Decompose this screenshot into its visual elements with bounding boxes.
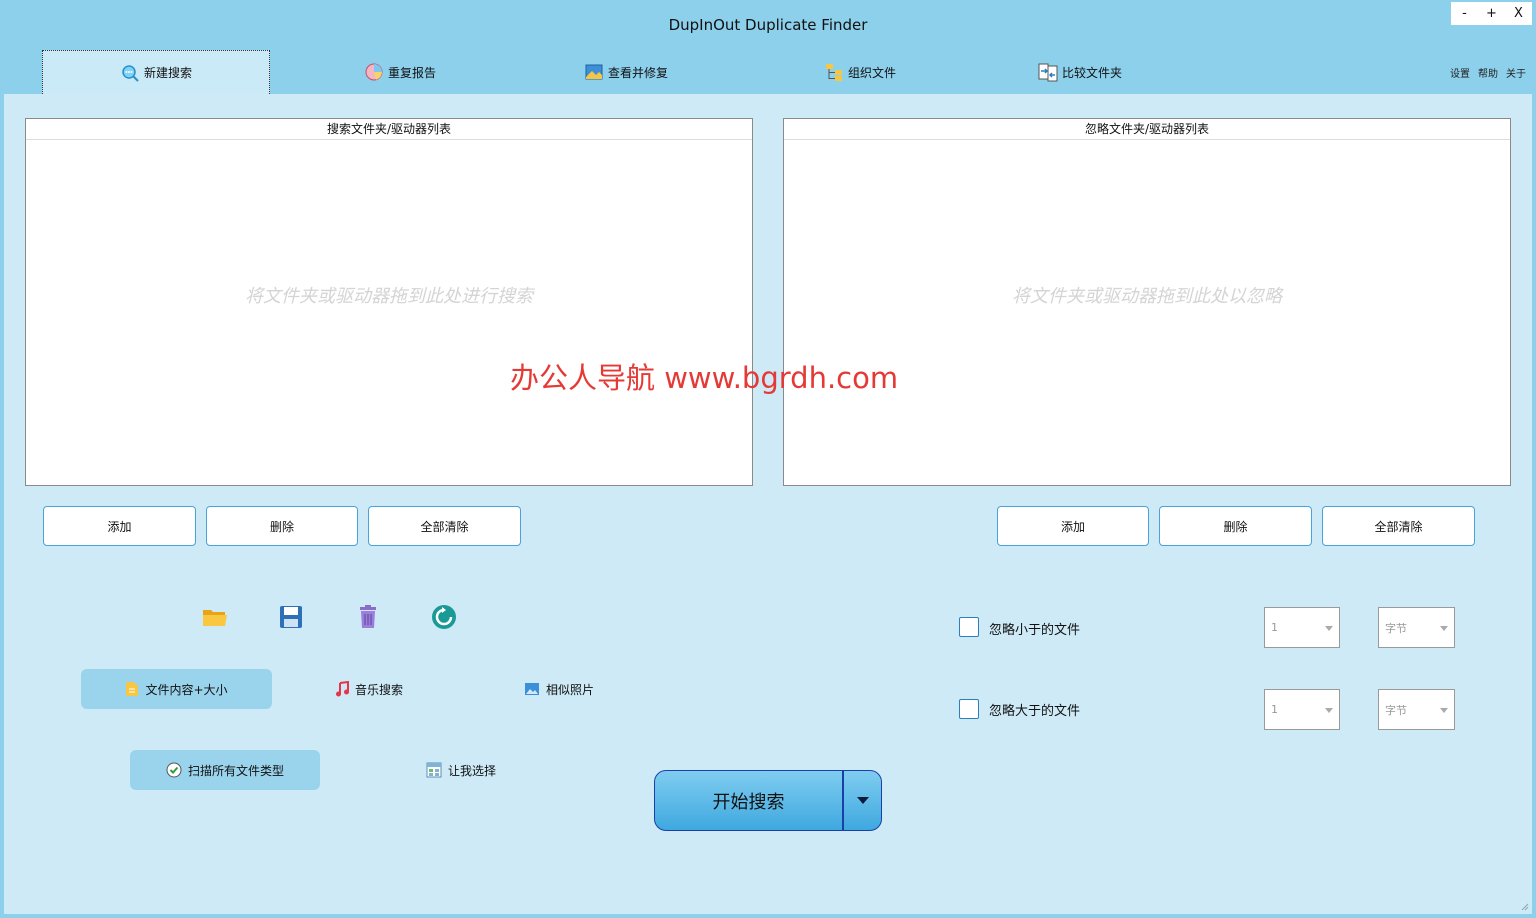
ignore-larger-unit: 字节 xyxy=(1385,703,1407,717)
ignore-larger-value: 1 xyxy=(1271,703,1278,716)
title-bar: DupInOut Duplicate Finder - + X xyxy=(0,0,1536,50)
save-button[interactable] xyxy=(277,603,305,631)
tab-label: 重复报告 xyxy=(387,65,436,80)
trash-icon xyxy=(360,605,376,628)
ignore-add-button[interactable]: 添加 xyxy=(997,506,1149,546)
ignore-smaller-unit-select[interactable]: 字节 xyxy=(1378,607,1455,648)
new-search-panel: 搜索文件夹/驱动器列表 将文件夹或驱动器拖到此处进行搜索 忽略文件夹/驱动器列表… xyxy=(4,94,1532,914)
mode-music-label: 音乐搜索 xyxy=(354,682,403,697)
search-bubble-icon xyxy=(122,64,139,82)
chevron-down-icon xyxy=(1325,626,1333,631)
search-folder-list[interactable]: 搜索文件夹/驱动器列表 将文件夹或驱动器拖到此处进行搜索 xyxy=(25,118,753,486)
document-icon xyxy=(126,682,139,696)
filetype-scan-all[interactable]: 扫描所有文件类型 xyxy=(130,750,320,790)
open-folder-button[interactable] xyxy=(201,603,229,631)
tab-label: 组织文件 xyxy=(847,65,896,80)
mode-content-size-label: 文件内容+大小 xyxy=(145,682,228,697)
watermark: 办公人导航 www.bgrdh.com xyxy=(510,361,899,395)
minimize-button[interactable]: - xyxy=(1451,2,1478,25)
top-links: 设置 帮助 关于 xyxy=(1450,65,1526,80)
maximize-button[interactable]: + xyxy=(1478,2,1505,25)
grid-list-icon xyxy=(426,762,442,778)
filetype-scan-all-label: 扫描所有文件类型 xyxy=(187,763,284,778)
refresh-button[interactable] xyxy=(430,603,458,631)
search-clear-all-button[interactable]: 全部清除 xyxy=(368,506,521,546)
ignore-delete-button[interactable]: 删除 xyxy=(1159,506,1312,546)
compare-files-icon xyxy=(1038,63,1058,82)
save-icon xyxy=(280,606,302,628)
resize-grip-icon[interactable] xyxy=(1519,901,1529,911)
filetype-let-me-choose-label: 让我选择 xyxy=(447,763,496,778)
search-add-button[interactable]: 添加 xyxy=(43,506,196,546)
tab-label: 新建搜索 xyxy=(143,66,192,80)
caret-down-icon xyxy=(856,797,869,804)
tab-compare-folders[interactable]: 比较文件夹 xyxy=(1020,50,1140,94)
chevron-down-icon xyxy=(1325,708,1333,713)
ignore-smaller-value: 1 xyxy=(1271,621,1278,634)
picture-icon xyxy=(585,64,603,80)
mode-music[interactable]: 音乐搜索 xyxy=(314,669,424,709)
tab-label: 查看并修复 xyxy=(607,65,668,80)
search-delete-button[interactable]: 删除 xyxy=(206,506,358,546)
pie-chart-icon xyxy=(365,63,383,81)
delete-button[interactable] xyxy=(354,603,382,631)
start-search-split-button: 开始搜索 xyxy=(654,770,882,831)
start-search-button[interactable]: 开始搜索 xyxy=(655,771,844,830)
photo-icon xyxy=(524,683,539,695)
about-link[interactable]: 关于 xyxy=(1506,65,1526,80)
window-controls: - + X xyxy=(1451,2,1532,25)
mode-similar-photos-label: 相似照片 xyxy=(545,682,594,697)
close-button[interactable]: X xyxy=(1505,2,1532,25)
app-title: DupInOut Duplicate Finder xyxy=(668,16,868,34)
folder-open-icon xyxy=(203,610,227,626)
ignore-list-header: 忽略文件夹/驱动器列表 xyxy=(784,119,1510,140)
chevron-down-icon xyxy=(1440,708,1448,713)
filetype-let-me-choose[interactable]: 让我选择 xyxy=(396,750,526,790)
main-tabs: 新建搜索 重复报告 查看并修复 组织文件 比较文件夹 xyxy=(0,48,1536,94)
ignore-larger-label: 忽略大于的文件 xyxy=(989,704,1081,719)
tab-organize-files[interactable]: 组织文件 xyxy=(800,50,920,94)
start-search-dropdown[interactable] xyxy=(844,771,881,830)
ignore-larger-checkbox[interactable] xyxy=(959,699,979,719)
tab-duplicate-report[interactable]: 重复报告 xyxy=(340,50,460,94)
settings-link[interactable]: 设置 xyxy=(1450,65,1470,80)
ignore-smaller-value-select[interactable]: 1 xyxy=(1264,607,1340,648)
ignore-clear-all-button[interactable]: 全部清除 xyxy=(1322,506,1475,546)
search-list-placeholder: 将文件夹或驱动器拖到此处进行搜索 xyxy=(245,286,533,307)
music-note-icon xyxy=(335,681,349,697)
ignore-smaller-unit: 字节 xyxy=(1385,621,1407,635)
ignore-larger-unit-select[interactable]: 字节 xyxy=(1378,689,1455,730)
refresh-icon xyxy=(432,605,456,629)
ignore-larger-value-select[interactable]: 1 xyxy=(1264,689,1340,730)
ignore-smaller-checkbox[interactable] xyxy=(959,617,979,637)
ignore-smaller-label: 忽略小于的文件 xyxy=(989,623,1081,638)
check-circle-icon xyxy=(166,762,182,778)
mode-similar-photos[interactable]: 相似照片 xyxy=(504,669,614,709)
chevron-down-icon xyxy=(1440,626,1448,631)
mode-content-size[interactable]: 文件内容+大小 xyxy=(81,669,272,709)
tab-new-search[interactable]: 新建搜索 xyxy=(42,50,270,94)
search-list-header: 搜索文件夹/驱动器列表 xyxy=(26,119,752,140)
help-link[interactable]: 帮助 xyxy=(1478,65,1498,80)
tab-label: 比较文件夹 xyxy=(1061,65,1122,80)
ignore-folder-list[interactable]: 忽略文件夹/驱动器列表 将文件夹或驱动器拖到此处以忽略 xyxy=(783,118,1511,486)
tab-view-and-fix[interactable]: 查看并修复 xyxy=(566,50,686,94)
ignore-list-placeholder: 将文件夹或驱动器拖到此处以忽略 xyxy=(1012,286,1282,307)
folder-tree-icon xyxy=(825,64,842,81)
